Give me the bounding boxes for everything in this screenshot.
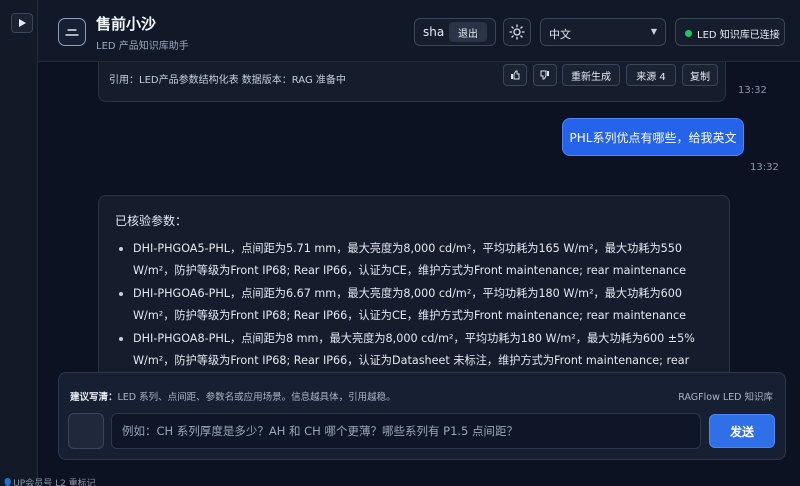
parameter-list: DHI-PHGOA5-PHL，点间距为5.71 mm，最大亮度为8,000 cd… xyxy=(117,238,717,372)
send-button[interactable]: 发送 xyxy=(709,414,775,448)
logout-button[interactable]: 退出 xyxy=(449,22,487,42)
rail-bottom-text: 👤UP会员号 L2 重标记 xyxy=(2,479,96,486)
sources-button[interactable]: 来源 4 xyxy=(626,64,676,86)
answer-heading: 已核验参数： xyxy=(115,214,188,228)
user-box: sha 退出 xyxy=(414,18,496,46)
play-icon[interactable] xyxy=(11,13,33,33)
status-dot xyxy=(685,30,692,37)
attach-button[interactable] xyxy=(68,413,104,449)
message-input[interactable] xyxy=(111,413,701,449)
language-value: 中文 xyxy=(549,28,571,41)
hint-label: 建议写清： xyxy=(70,392,118,403)
knowledge-base-label: RAGFlow LED 知识库 xyxy=(678,392,773,403)
user-message-bubble: PHL系列优点有哪些，给我英文 xyxy=(562,118,744,156)
composer: 建议写清：LED 系列、点间距、参数名或应用场景。信息越具体，引用越稳。 RAG… xyxy=(58,372,786,460)
sun-icon xyxy=(509,24,525,40)
assistant-message-card: 引用：LED产品参数结构化表 数据版本：RAG 准备中 重新生成 来源 4 复制 xyxy=(98,62,726,102)
app-header: 售前小沙 LED 产品知识库助手 sha 退出 中文 ▼ LED 知识库已连接 xyxy=(38,0,800,62)
kb-status-pill: LED 知识库已连接 xyxy=(675,18,785,46)
hint-text: LED 系列、点间距、参数名或应用场景。信息越具体，引用越稳。 xyxy=(117,392,396,403)
list-item: DHI-PHGOA6-PHL，点间距为6.67 mm，最大亮度为8,000 cd… xyxy=(117,283,717,326)
theme-toggle-button[interactable] xyxy=(503,18,531,46)
assistant-answer-card: 已核验参数： DHI-PHGOA5-PHL，点间距为5.71 mm，最大亮度为8… xyxy=(98,195,730,372)
composer-hint: 建议写清：LED 系列、点间距、参数名或应用场景。信息越具体，引用越稳。 xyxy=(70,389,396,403)
thumbs-up-button[interactable] xyxy=(503,64,527,86)
username: sha xyxy=(423,25,445,39)
language-select[interactable]: 中文 ▼ xyxy=(540,18,666,46)
thumbs-down-button[interactable] xyxy=(533,64,557,86)
kb-status-text: LED 知识库已连接 xyxy=(697,30,780,41)
message-time: 13:32 xyxy=(738,85,767,96)
app-logo-icon xyxy=(58,18,86,46)
reference-info: 引用：LED产品参数结构化表 数据版本：RAG 准备中 xyxy=(109,75,346,86)
left-rail xyxy=(0,0,38,486)
app-title: 售前小沙 xyxy=(96,15,157,33)
thumbs-down-icon xyxy=(540,70,549,80)
list-item: DHI-PHGOA8-PHL，点间距为8 mm，最大亮度为8,000 cd/m²… xyxy=(117,328,717,372)
list-item: DHI-PHGOA5-PHL，点间距为5.71 mm，最大亮度为8,000 cd… xyxy=(117,238,717,281)
regenerate-button[interactable]: 重新生成 xyxy=(562,64,620,86)
app-subtitle: LED 产品知识库助手 xyxy=(96,41,189,52)
message-time: 13:32 xyxy=(750,162,779,173)
chat-area[interactable]: 引用：LED产品参数结构化表 数据版本：RAG 准备中 重新生成 来源 4 复制… xyxy=(38,62,800,372)
thumbs-up-icon xyxy=(511,70,520,80)
copy-button[interactable]: 复制 xyxy=(682,64,718,86)
caret-down-icon: ▼ xyxy=(650,27,657,36)
